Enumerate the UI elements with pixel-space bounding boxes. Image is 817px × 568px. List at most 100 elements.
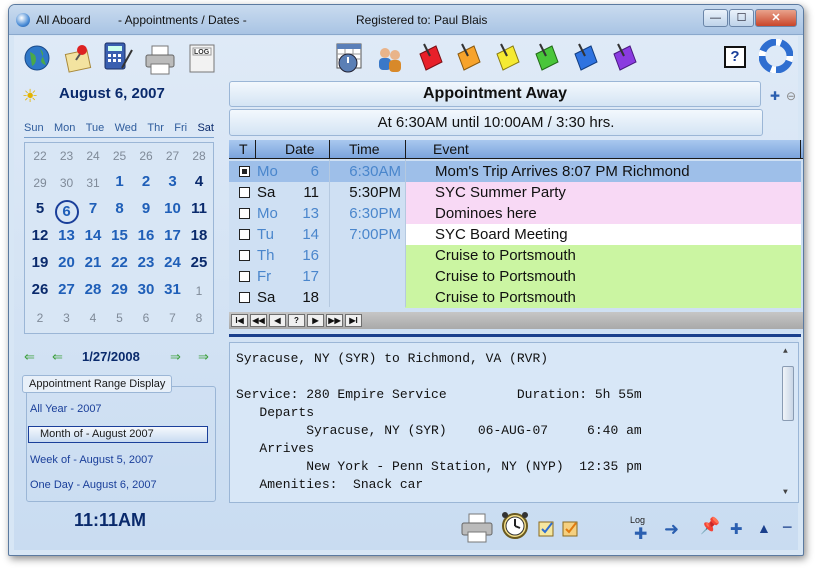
calendar-day[interactable]: 12 <box>28 227 52 244</box>
arrow-right-icon[interactable]: ➜ <box>664 519 679 540</box>
calendar-day[interactable]: 6 <box>134 311 158 325</box>
alarm-clock-icon[interactable] <box>499 509 531 541</box>
prev-month-icon[interactable]: ⇐ <box>52 349 63 365</box>
calendar-day[interactable]: 4 <box>187 173 211 190</box>
grid-nav-button[interactable]: I◀ <box>231 314 248 327</box>
calendar-day[interactable]: 7 <box>161 311 185 325</box>
calendar-day[interactable]: 24 <box>161 254 185 271</box>
calendar-day[interactable]: 14 <box>81 227 105 244</box>
row-checkbox[interactable] <box>239 250 250 261</box>
calendar-day[interactable]: 26 <box>28 281 52 298</box>
plus-icon[interactable]: ✚ <box>730 520 743 538</box>
checklist-alt-icon[interactable] <box>561 518 581 538</box>
table-row[interactable]: Mo 13 6:30PM Dominoes here <box>229 203 803 224</box>
printer-icon[interactable] <box>460 512 493 544</box>
calendar-day[interactable]: 21 <box>81 254 105 271</box>
grid-nav-button[interactable]: ▶ <box>307 314 324 327</box>
row-checkbox[interactable] <box>239 271 250 282</box>
range-option-week[interactable]: Week of - August 5, 2007 <box>30 454 153 466</box>
table-row[interactable]: Mo 6 6:30AM Mom's Trip Arrives 8:07 PM Rich… <box>229 161 803 182</box>
calendar-day[interactable]: 29 <box>108 281 132 298</box>
calendar-day[interactable]: 30 <box>55 176 79 190</box>
calendar-day[interactable]: 22 <box>28 149 52 163</box>
calendar-day[interactable]: 10 <box>161 200 185 217</box>
row-checkbox[interactable] <box>239 187 250 198</box>
calendar-day[interactable]: 13 <box>55 227 79 244</box>
calendar-day[interactable]: 27 <box>55 281 79 298</box>
calendar-day[interactable]: 22 <box>108 254 132 271</box>
table-row[interactable]: Sa 18 Cruise to Portsmouth <box>229 287 803 308</box>
calendar-day[interactable]: 7 <box>81 200 105 217</box>
calendar-day[interactable]: 24 <box>81 149 105 163</box>
header-date[interactable]: Date <box>285 141 315 157</box>
up-triangle-icon[interactable]: ▲ <box>757 520 771 536</box>
calendar-day[interactable]: 23 <box>55 149 79 163</box>
header-type[interactable]: T <box>239 141 248 157</box>
close-button[interactable]: ✕ <box>755 9 797 27</box>
calendar-day[interactable]: 5 <box>108 311 132 325</box>
appointment-notes[interactable]: ▲ ▼ Syracuse, NY (SYR) to Richmond, VA (… <box>229 342 799 503</box>
row-checkbox[interactable] <box>239 229 250 240</box>
grid-nav-button[interactable]: ? <box>288 314 305 327</box>
grid-nav-button[interactable]: ▶▶ <box>326 314 343 327</box>
calendar-day[interactable]: 26 <box>134 149 158 163</box>
table-row[interactable]: Tu 14 7:00PM SYC Board Meeting <box>229 224 803 245</box>
calendar-day[interactable]: 30 <box>134 281 158 298</box>
prev-year-icon[interactable]: ⇐ <box>24 349 35 365</box>
calendar-day[interactable]: 15 <box>108 227 132 244</box>
next-month-icon[interactable]: ⇒ <box>170 349 181 365</box>
calendar-day[interactable]: 19 <box>28 254 52 271</box>
calendar-day[interactable]: 31 <box>81 176 105 190</box>
calendar-day[interactable]: 29 <box>28 176 52 190</box>
calendar-day[interactable]: 23 <box>134 254 158 271</box>
scroll-down-icon[interactable]: ▼ <box>783 488 788 497</box>
next-year-icon[interactable]: ⇒ <box>198 349 209 365</box>
header-event[interactable]: Event <box>433 141 469 157</box>
calendar-day[interactable]: 28 <box>187 149 211 163</box>
calendar-day[interactable]: 28 <box>81 281 105 298</box>
table-row[interactable]: Sa 11 5:30PM SYC Summer Party <box>229 182 803 203</box>
notes-scrollbar[interactable]: ▲ ▼ <box>781 345 796 500</box>
calendar-day[interactable]: 31 <box>161 281 185 298</box>
calendar-day[interactable]: 1 <box>108 173 132 190</box>
table-row[interactable]: Fr 17 Cruise to Portsmouth <box>229 266 803 287</box>
minimize-button[interactable]: — <box>703 9 728 27</box>
calendar-day[interactable]: 25 <box>108 149 132 163</box>
calendar-day[interactable]: 20 <box>55 254 79 271</box>
checklist-icon[interactable] <box>537 518 557 538</box>
calendar-day[interactable]: 16 <box>134 227 158 244</box>
calendar-day[interactable]: 5 <box>28 200 52 217</box>
calendar-day[interactable]: 8 <box>187 311 211 325</box>
log-add-icon[interactable]: ✚ <box>634 524 647 544</box>
range-option-year[interactable]: All Year - 2007 <box>30 403 102 415</box>
scroll-thumb[interactable] <box>782 366 794 421</box>
range-option-month[interactable]: Month of - August 2007 <box>28 426 208 443</box>
remove-circle-icon[interactable]: ⊖ <box>786 89 796 103</box>
calendar-day[interactable]: 2 <box>28 311 52 325</box>
calendar-day[interactable]: 8 <box>108 200 132 217</box>
header-time[interactable]: Time <box>349 141 380 157</box>
grid-nav-button[interactable]: ◀◀ <box>250 314 267 327</box>
calendar-day[interactable]: 11 <box>187 200 211 217</box>
range-option-day[interactable]: One Day - August 6, 2007 <box>30 479 157 491</box>
row-checkbox[interactable] <box>239 166 250 177</box>
maximize-button[interactable]: ☐ <box>729 9 754 27</box>
pin-icon[interactable]: 📌 <box>700 516 720 536</box>
grid-nav-button[interactable]: ▶I <box>345 314 362 327</box>
calendar-day[interactable]: 17 <box>161 227 185 244</box>
calendar-day[interactable]: 3 <box>161 173 185 190</box>
table-row[interactable]: Th 16 Cruise to Portsmouth <box>229 245 803 266</box>
calendar-day[interactable]: 3 <box>55 311 79 325</box>
calendar-day[interactable]: 18 <box>187 227 211 244</box>
scroll-up-icon[interactable]: ▲ <box>783 347 788 356</box>
row-checkbox[interactable] <box>239 292 250 303</box>
calendar-day[interactable]: 9 <box>134 200 158 217</box>
calendar-day[interactable]: 4 <box>81 311 105 325</box>
grid-nav-button[interactable]: ◀ <box>269 314 286 327</box>
minus-icon[interactable]: − <box>782 517 793 538</box>
add-circle-icon[interactable]: ✚ <box>770 89 780 103</box>
calendar-day[interactable]: 27 <box>161 149 185 163</box>
calendar-day[interactable]: 1 <box>187 284 211 298</box>
calendar-day[interactable]: 2 <box>134 173 158 190</box>
calendar-day[interactable]: 25 <box>187 254 211 271</box>
